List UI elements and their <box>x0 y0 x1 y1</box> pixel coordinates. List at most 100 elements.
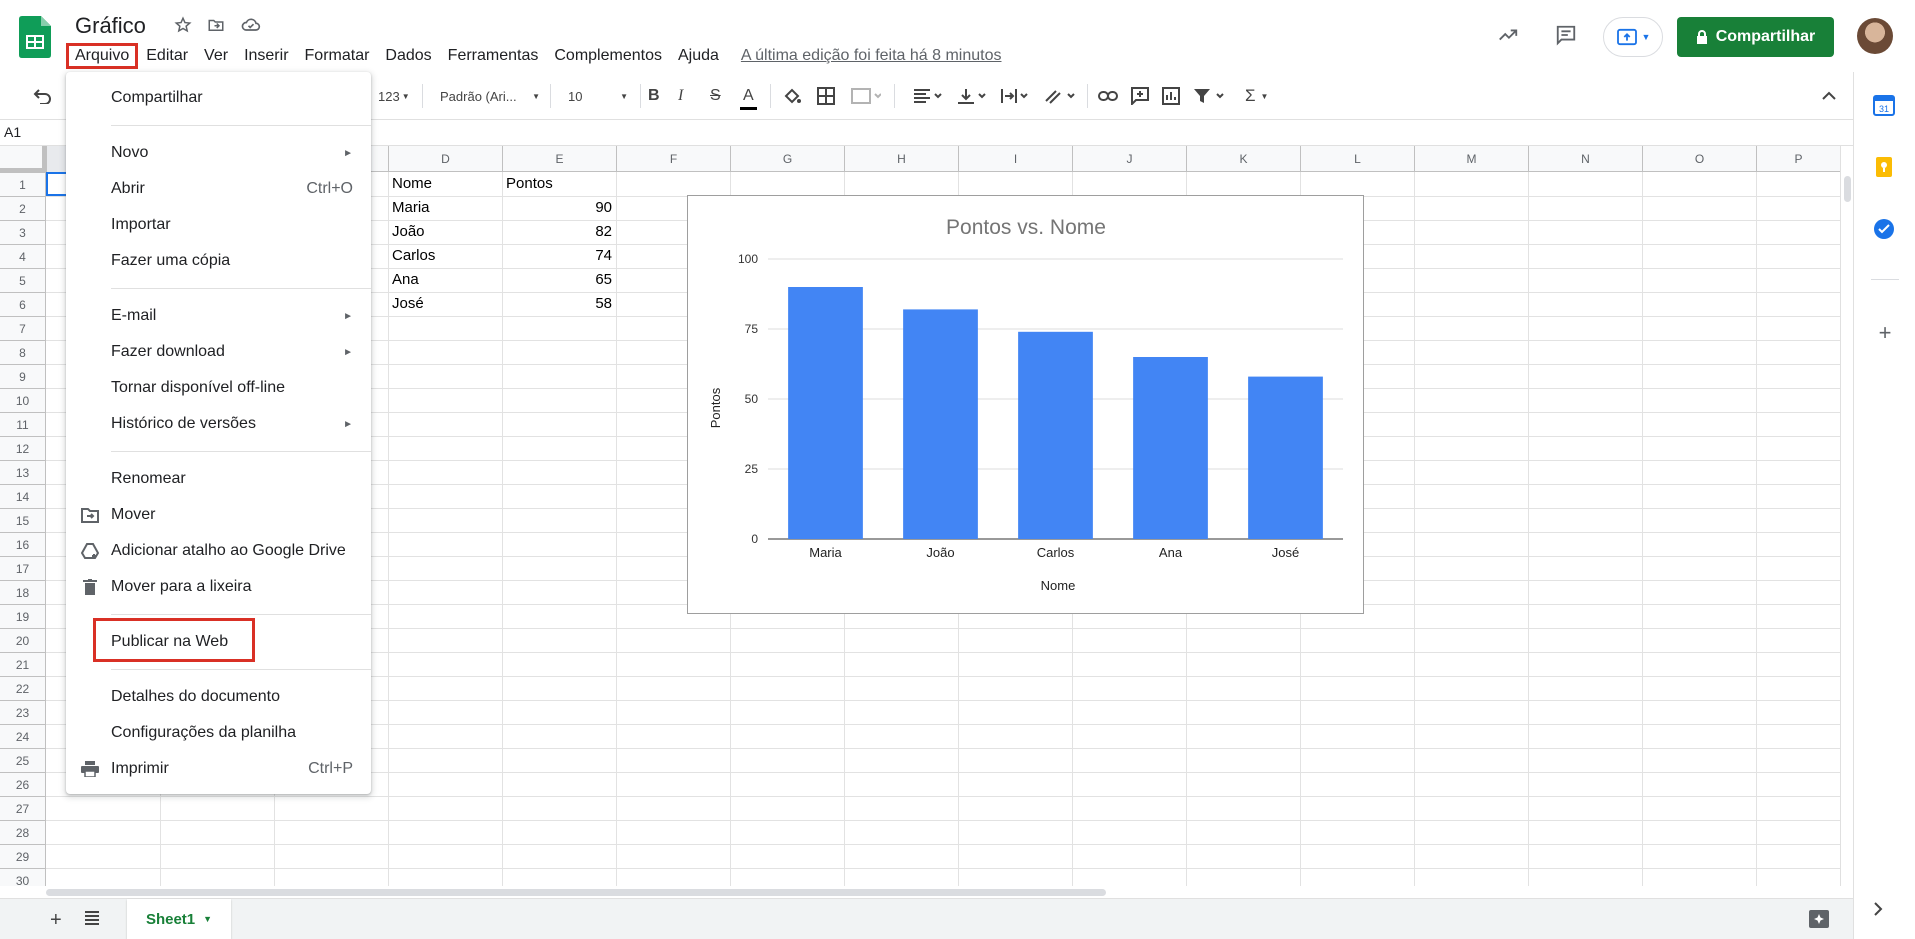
keep-icon[interactable] <box>1873 156 1897 180</box>
column-header-o[interactable]: O <box>1642 146 1756 172</box>
column-header-m[interactable]: M <box>1414 146 1528 172</box>
insert-comment-icon[interactable] <box>1131 84 1149 108</box>
column-header-f[interactable]: F <box>616 146 730 172</box>
menu-item-adicionar-atalho[interactable]: Adicionar atalho ao Google Drive <box>66 533 371 569</box>
insert-link-icon[interactable] <box>1098 84 1118 108</box>
filter-icon[interactable] <box>1193 84 1229 108</box>
font-size-dropdown[interactable]: 10 ▼ <box>568 84 628 108</box>
row-header[interactable]: 2 <box>0 196 46 220</box>
column-header-j[interactable]: J <box>1072 146 1186 172</box>
cell-reference[interactable]: A1 <box>4 124 21 140</box>
text-color-button[interactable]: A <box>740 84 757 110</box>
row-header[interactable]: 26 <box>0 772 46 796</box>
calendar-icon[interactable]: 31 <box>1873 94 1897 118</box>
vertical-align-icon[interactable] <box>956 84 988 108</box>
comments-icon[interactable] <box>1555 24 1577 46</box>
row-header[interactable]: 28 <box>0 820 46 844</box>
row-header[interactable]: 18 <box>0 580 46 604</box>
share-button[interactable]: Compartilhar <box>1677 17 1834 57</box>
column-header-n[interactable]: N <box>1528 146 1642 172</box>
cell-name[interactable]: João <box>388 220 502 244</box>
sheet-tab-sheet1[interactable]: Sheet1 ▼ <box>127 899 231 939</box>
menu-item-offline[interactable]: Tornar disponível off-line <box>66 370 371 406</box>
row-header[interactable]: 10 <box>0 388 46 412</box>
menu-item-imprimir[interactable]: Imprimir Ctrl+P <box>66 751 371 787</box>
row-header[interactable]: 4 <box>0 244 46 268</box>
column-header-e[interactable]: E <box>502 146 616 172</box>
menu-item-novo[interactable]: Novo ► <box>66 135 371 171</box>
row-header[interactable]: 30 <box>0 868 46 886</box>
row-header[interactable]: 15 <box>0 508 46 532</box>
menu-item-historico-versoes[interactable]: Histórico de versões ► <box>66 406 371 442</box>
row-header[interactable]: 23 <box>0 700 46 724</box>
menu-item-detalhes[interactable]: Detalhes do documento <box>66 679 371 715</box>
functions-button[interactable]: Σ ▼ <box>1245 84 1268 108</box>
cell-d1[interactable]: Nome <box>388 172 502 196</box>
menu-item-email[interactable]: E-mail ► <box>66 298 371 334</box>
column-header-k[interactable]: K <box>1186 146 1300 172</box>
sheets-logo-icon[interactable] <box>19 16 51 58</box>
column-header-d[interactable]: D <box>388 146 502 172</box>
menu-item-fazer-copia[interactable]: Fazer uma cópia <box>66 243 371 279</box>
select-all-corner[interactable] <box>0 146 46 172</box>
row-header[interactable]: 16 <box>0 532 46 556</box>
row-header[interactable]: 11 <box>0 412 46 436</box>
account-avatar[interactable] <box>1857 18 1893 54</box>
cell-name[interactable]: José <box>388 292 502 316</box>
cell-score[interactable]: 90 <box>502 196 616 220</box>
row-header[interactable]: 27 <box>0 796 46 820</box>
italic-button[interactable]: I <box>678 84 683 108</box>
row-header[interactable]: 19 <box>0 604 46 628</box>
font-family-dropdown[interactable]: Padrão (Ari... ▼ <box>440 84 540 108</box>
document-title[interactable]: Gráfico <box>75 13 146 39</box>
add-sheet-icon[interactable]: + <box>50 909 62 932</box>
row-header[interactable]: 24 <box>0 724 46 748</box>
borders-icon[interactable] <box>817 84 835 108</box>
row-header[interactable]: 14 <box>0 484 46 508</box>
menu-item-mover[interactable]: Mover <box>66 497 371 533</box>
bar-chart[interactable]: Pontos vs. Nome Pontos Nome 0 25 50 75 100 M… <box>687 195 1364 614</box>
add-addon-icon[interactable]: + <box>1873 320 1897 345</box>
column-header-g[interactable]: G <box>730 146 844 172</box>
menu-arquivo[interactable]: Arquivo <box>66 43 139 69</box>
menu-item-compartilhar[interactable]: Compartilhar <box>66 80 371 116</box>
explore-icon[interactable] <box>1808 909 1830 936</box>
horizontal-align-icon[interactable] <box>912 84 944 108</box>
merge-cells-icon[interactable] <box>851 84 881 108</box>
menu-item-fazer-download[interactable]: Fazer download ► <box>66 334 371 370</box>
row-header[interactable]: 17 <box>0 556 46 580</box>
menu-item-renomear[interactable]: Renomear <box>66 461 371 497</box>
menu-editar[interactable]: Editar <box>138 43 196 69</box>
row-header[interactable]: 22 <box>0 676 46 700</box>
cell-name[interactable]: Carlos <box>388 244 502 268</box>
cell-name[interactable]: Ana <box>388 268 502 292</box>
cell-name[interactable]: Maria <box>388 196 502 220</box>
undo-icon[interactable] <box>32 84 52 108</box>
row-header[interactable]: 3 <box>0 220 46 244</box>
text-wrap-icon[interactable] <box>1000 84 1032 108</box>
expand-panel-icon[interactable] <box>1873 902 1897 926</box>
move-to-folder-icon[interactable] <box>205 14 227 36</box>
all-sheets-icon[interactable] <box>84 911 100 930</box>
row-header[interactable]: 13 <box>0 460 46 484</box>
last-edit-link[interactable]: A última edição foi feita há 8 minutos <box>741 47 1002 65</box>
row-header[interactable]: 7 <box>0 316 46 340</box>
menu-ajuda[interactable]: Ajuda <box>670 43 727 69</box>
column-header-i[interactable]: I <box>958 146 1072 172</box>
menu-item-importar[interactable]: Importar <box>66 207 371 243</box>
row-header[interactable]: 29 <box>0 844 46 868</box>
row-header[interactable]: 21 <box>0 652 46 676</box>
collapse-toolbar-icon[interactable] <box>1822 84 1836 108</box>
row-header[interactable]: 20 <box>0 628 46 652</box>
menu-ver[interactable]: Ver <box>196 43 236 69</box>
menu-dados[interactable]: Dados <box>377 43 439 69</box>
cell-score[interactable]: 82 <box>502 220 616 244</box>
row-header[interactable]: 8 <box>0 340 46 364</box>
activity-trend-icon[interactable] <box>1497 24 1519 46</box>
column-header-l[interactable]: L <box>1300 146 1414 172</box>
star-icon[interactable] <box>172 14 194 36</box>
menu-formatar[interactable]: Formatar <box>297 43 378 69</box>
horizontal-scrollbar[interactable] <box>46 886 1840 898</box>
cell-e1[interactable]: Pontos <box>502 172 616 196</box>
menu-item-configuracoes[interactable]: Configurações da planilha <box>66 715 371 751</box>
